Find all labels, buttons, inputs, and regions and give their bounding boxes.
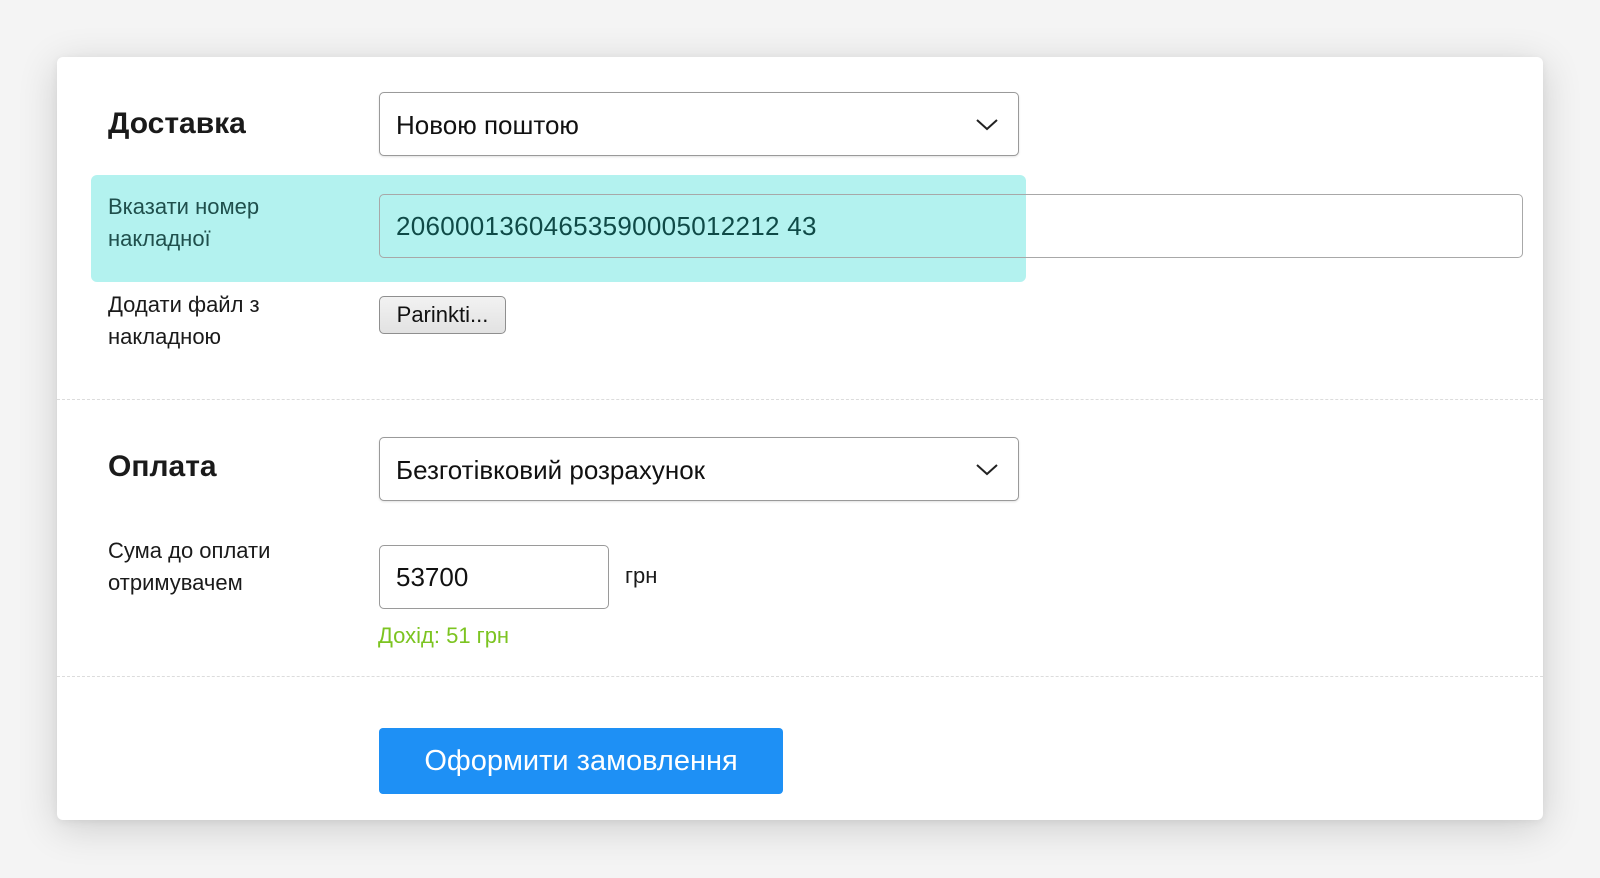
chevron-down-icon <box>976 119 998 131</box>
currency-unit: грн <box>625 563 658 588</box>
section-divider <box>57 676 1543 677</box>
sum-value: 53700 <box>396 562 469 592</box>
order-form-card: Доставка Новою поштою Вказати номер накл… <box>57 57 1543 820</box>
delivery-method-value: Новою поштою <box>396 110 579 140</box>
delivery-section-title: Доставка <box>108 107 246 140</box>
payment-section-title: Оплата <box>108 450 217 483</box>
section-divider <box>57 399 1543 400</box>
payment-method-select[interactable]: Безготівковий розрахунок <box>379 437 1019 501</box>
invoice-number-value: 20600013604653590005012212 43 <box>396 211 817 241</box>
sum-label: Сума до оплати отримувачем <box>108 538 271 595</box>
delivery-method-select[interactable]: Новою поштою <box>379 92 1019 156</box>
sum-input[interactable]: 53700 <box>379 545 609 609</box>
choose-file-button[interactable]: Parinkti... <box>379 296 506 334</box>
chevron-down-icon <box>976 464 998 476</box>
invoice-file-label: Додати файл з накладною <box>108 292 260 349</box>
submit-order-button[interactable]: Оформити замовлення <box>379 728 783 794</box>
invoice-number-input[interactable]: 20600013604653590005012212 43 <box>379 194 1523 258</box>
payment-method-value: Безготівковий розрахунок <box>396 455 706 485</box>
income-text: Дохід: 51 грн <box>378 623 510 648</box>
invoice-number-label: Вказати номер накладної <box>108 194 260 251</box>
